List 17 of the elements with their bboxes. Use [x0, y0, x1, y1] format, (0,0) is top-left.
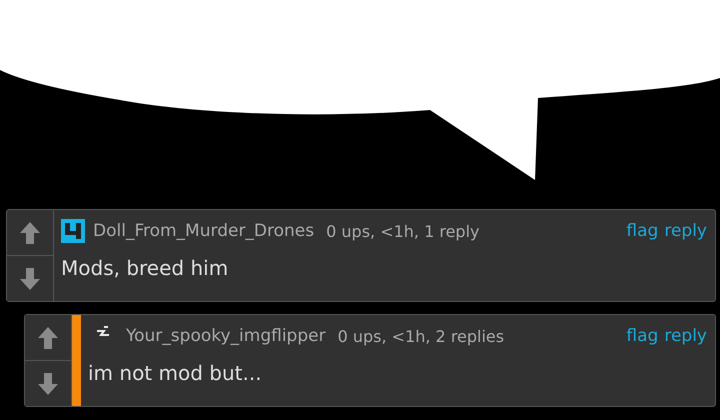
- action-link[interactable]: reply: [664, 326, 707, 346]
- action-link[interactable]: reply: [664, 221, 707, 241]
- username-link[interactable]: Your_spooky_imgflipper: [126, 326, 326, 346]
- username-link[interactable]: Doll_From_Murder_Drones: [93, 221, 314, 241]
- upvote-button[interactable]: [7, 210, 53, 256]
- comment-text: Mods, breed him: [61, 256, 230, 280]
- action-link[interactable]: flag: [626, 326, 658, 346]
- action-link[interactable]: flag: [626, 221, 658, 241]
- comment-text: im not mod but...: [88, 361, 263, 385]
- upvote-button[interactable]: [25, 315, 71, 361]
- avatar-icon: [61, 219, 85, 243]
- up-arrow-icon: [18, 220, 42, 246]
- up-arrow-icon: [36, 324, 60, 350]
- down-arrow-icon: [18, 266, 42, 292]
- comment-meta: 0 ups, <1h, 2 replies: [338, 326, 504, 346]
- down-arrow-icon: [36, 370, 60, 396]
- comment-meta: 0 ups, <1h, 1 reply: [326, 222, 480, 240]
